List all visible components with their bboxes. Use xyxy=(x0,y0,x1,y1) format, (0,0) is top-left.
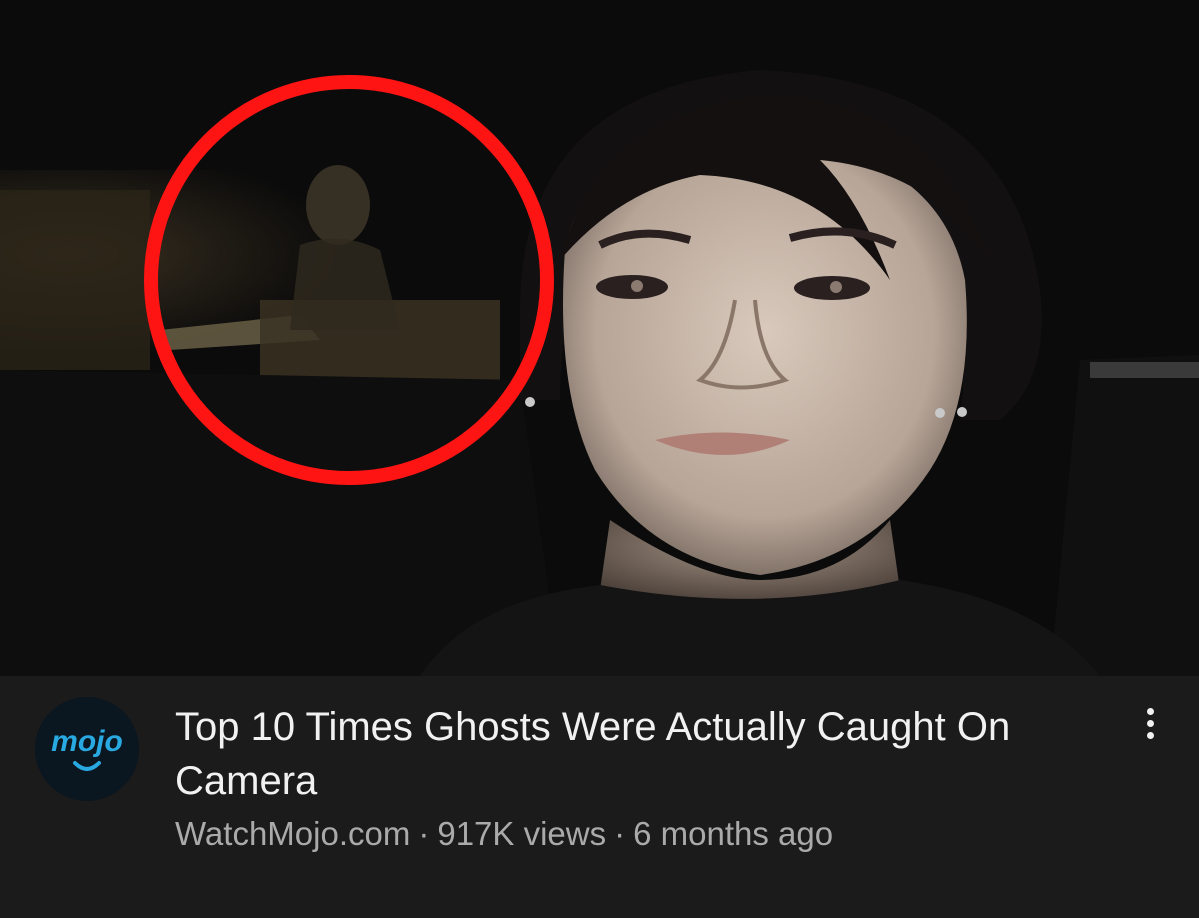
more-options-button[interactable] xyxy=(1128,702,1172,746)
mojo-logo-icon: mojo xyxy=(35,697,139,801)
meta-separator: · xyxy=(418,815,430,852)
video-metadata: WatchMojo.com · 917K views · 6 months ago xyxy=(175,812,833,856)
video-thumbnail[interactable] xyxy=(0,0,1199,676)
video-card[interactable]: mojo Top 10 Times Ghosts Were Actually C… xyxy=(0,0,1199,918)
svg-text:mojo: mojo xyxy=(51,725,123,758)
channel-avatar[interactable]: mojo xyxy=(35,697,139,801)
upload-age: 6 months ago xyxy=(633,815,834,852)
meta-separator: · xyxy=(614,815,626,852)
video-info: mojo Top 10 Times Ghosts Were Actually C… xyxy=(0,676,1199,918)
thumbnail-image xyxy=(0,0,1199,676)
video-title[interactable]: Top 10 Times Ghosts Were Actually Caught… xyxy=(175,700,1095,808)
view-count: 917K views xyxy=(437,815,607,852)
channel-name[interactable]: WatchMojo.com xyxy=(175,815,410,852)
